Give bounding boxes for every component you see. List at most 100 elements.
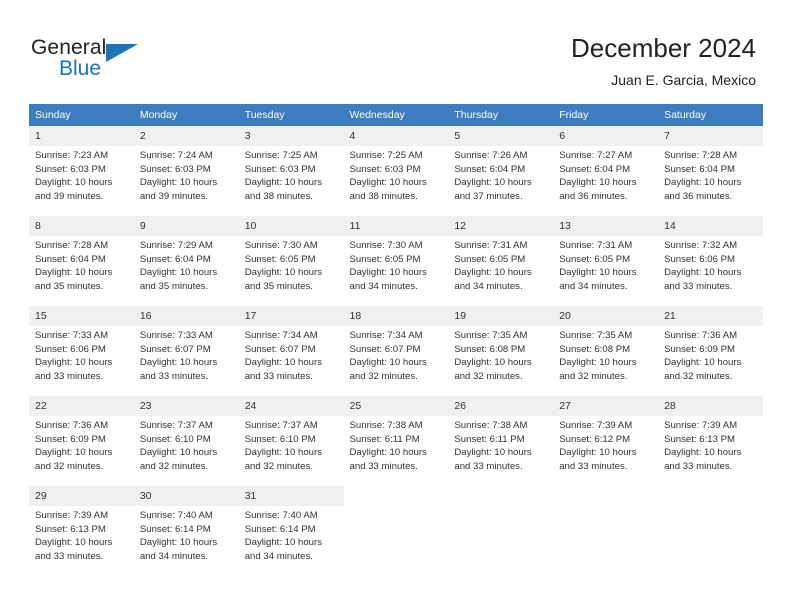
day-detail-sunrise: Sunrise: 7:32 AM xyxy=(664,240,738,251)
day-detail-daylight-line2: and 33 minutes. xyxy=(664,460,733,472)
day-detail-sunrise: Sunrise: 7:27 AM xyxy=(559,150,633,161)
calendar-day-cell[interactable]: 9 Sunrise: 7:29 AM Sunset: 6:04 PM Daylight… xyxy=(133,216,239,300)
day-detail-daylight-line2: and 34 minutes. xyxy=(454,280,523,292)
calendar-day-cell-inner: 1 Sunrise: 7:23 AM Sunset: 6:03 PM Daylight… xyxy=(29,126,134,210)
calendar-day-cell[interactable]: 22 Sunrise: 7:36 AM Sunset: 6:09 PM Dayligh… xyxy=(29,396,134,480)
calendar-day-cell[interactable] xyxy=(343,486,449,570)
calendar-day-cell[interactable]: 10 Sunrise: 7:30 AM Sunset: 6:05 PM Dayligh… xyxy=(238,216,344,300)
title-block: December 2024 Juan E. Garcia, Mexico xyxy=(571,32,756,90)
calendar-week-row: 22 Sunrise: 7:36 AM Sunset: 6:09 PM Dayligh… xyxy=(29,396,763,480)
calendar-day-cell-inner: 22 Sunrise: 7:36 AM Sunset: 6:09 PM Dayligh… xyxy=(29,396,134,480)
day-detail-sunset: Sunset: 6:05 PM xyxy=(454,253,526,265)
calendar-day-cell[interactable]: 24 Sunrise: 7:37 AM Sunset: 6:10 PM Dayligh… xyxy=(238,396,344,480)
calendar-day-cell[interactable]: 28 Sunrise: 7:39 AM Sunset: 6:13 PM Dayligh… xyxy=(658,396,763,480)
day-detail-sunrise: Sunrise: 7:35 AM xyxy=(559,330,633,341)
day-detail-sunset: Sunset: 6:04 PM xyxy=(35,253,106,265)
day-detail-sunrise: Sunrise: 7:25 AM xyxy=(244,150,318,161)
calendar-day-cell[interactable]: 23 Sunrise: 7:37 AM Sunset: 6:10 PM Dayligh… xyxy=(133,396,239,480)
weekday-header-saturday: Saturday xyxy=(658,104,763,126)
calendar-day-cell[interactable]: 11 Sunrise: 7:30 AM Sunset: 6:05 PM Dayligh… xyxy=(343,216,449,300)
calendar-day-cell[interactable]: 20 Sunrise: 7:35 AM Sunset: 6:08 PM Dayligh… xyxy=(553,306,659,390)
calendar-day-cell[interactable] xyxy=(448,486,554,570)
day-detail-sunset: Sunset: 6:12 PM xyxy=(559,433,631,445)
calendar-day-cell-inner: 20 Sunrise: 7:35 AM Sunset: 6:08 PM Dayligh… xyxy=(553,306,659,390)
day-number: 21 xyxy=(658,306,763,326)
calendar-day-cell[interactable]: 15 Sunrise: 7:33 AM Sunset: 6:06 PM Dayligh… xyxy=(29,306,134,390)
weekday-header-row: Sunday Monday Tuesday Wednesday Thursday… xyxy=(29,104,763,126)
calendar-day-cell-inner xyxy=(448,486,554,570)
day-number xyxy=(658,486,763,506)
day-detail-daylight-line2: and 33 minutes. xyxy=(139,370,209,382)
day-detail-daylight-line2: and 33 minutes. xyxy=(454,460,523,472)
day-detail-daylight-line1: Daylight: 10 hours xyxy=(664,177,742,189)
calendar-day-cell[interactable]: 3 Sunrise: 7:25 AM Sunset: 6:03 PM Daylight… xyxy=(238,126,344,210)
day-detail-sunrise: Sunrise: 7:24 AM xyxy=(139,150,213,161)
day-detail-sunrise: Sunrise: 7:39 AM xyxy=(559,420,633,431)
calendar-day-cell[interactable] xyxy=(553,486,659,570)
calendar-day-cell[interactable]: 16 Sunrise: 7:33 AM Sunset: 6:07 PM Dayligh… xyxy=(133,306,239,390)
calendar-day-cell[interactable]: 21 Sunrise: 7:36 AM Sunset: 6:09 PM Dayligh… xyxy=(658,306,763,390)
day-detail-sunset: Sunset: 6:05 PM xyxy=(244,253,316,265)
calendar-day-cell-inner: 30 Sunrise: 7:40 AM Sunset: 6:14 PM Dayligh… xyxy=(133,486,239,570)
calendar-day-cell[interactable]: 18 Sunrise: 7:34 AM Sunset: 6:07 PM Dayligh… xyxy=(343,306,449,390)
day-details: Sunrise: 7:30 AM Sunset: 6:05 PM Daylight:… xyxy=(344,236,449,293)
day-detail-daylight-line1: Daylight: 10 hours xyxy=(664,267,742,279)
day-number: 6 xyxy=(553,126,659,146)
calendar-day-cell[interactable]: 30 Sunrise: 7:40 AM Sunset: 6:14 PM Dayligh… xyxy=(133,486,239,570)
day-detail-sunrise: Sunrise: 7:29 AM xyxy=(139,240,213,251)
day-detail-daylight-line1: Daylight: 10 hours xyxy=(35,267,113,279)
calendar-day-cell[interactable]: 7 Sunrise: 7:28 AM Sunset: 6:04 PM Daylight… xyxy=(658,126,763,210)
calendar-day-cell[interactable]: 26 Sunrise: 7:38 AM Sunset: 6:11 PM Dayligh… xyxy=(448,396,554,480)
calendar-day-cell[interactable]: 2 Sunrise: 7:24 AM Sunset: 6:03 PM Daylight… xyxy=(133,126,239,210)
day-details: Sunrise: 7:36 AM Sunset: 6:09 PM Daylight:… xyxy=(29,416,134,473)
calendar-day-cell[interactable]: 6 Sunrise: 7:27 AM Sunset: 6:04 PM Daylight… xyxy=(553,126,659,210)
calendar-day-cell[interactable]: 14 Sunrise: 7:32 AM Sunset: 6:06 PM Dayligh… xyxy=(658,216,763,300)
general-blue-logo[interactable]: General Blue xyxy=(31,36,171,86)
day-detail-daylight-line2: and 39 minutes. xyxy=(35,190,104,202)
calendar-day-cell-inner: 7 Sunrise: 7:28 AM Sunset: 6:04 PM Daylight… xyxy=(658,126,763,210)
day-detail-daylight-line1: Daylight: 10 hours xyxy=(454,447,532,459)
calendar-day-cell[interactable]: 25 Sunrise: 7:38 AM Sunset: 6:11 PM Dayligh… xyxy=(343,396,449,480)
day-number: 22 xyxy=(29,396,134,416)
day-details xyxy=(448,506,553,509)
day-detail-daylight-line2: and 34 minutes. xyxy=(559,280,628,292)
day-detail-sunrise: Sunrise: 7:38 AM xyxy=(454,420,528,431)
calendar-body: 1 Sunrise: 7:23 AM Sunset: 6:03 PM Daylight… xyxy=(29,126,763,570)
day-detail-daylight-line2: and 35 minutes. xyxy=(139,280,209,292)
calendar-day-cell[interactable]: 31 Sunrise: 7:40 AM Sunset: 6:14 PM Dayligh… xyxy=(238,486,344,570)
day-details: Sunrise: 7:29 AM Sunset: 6:04 PM Daylight:… xyxy=(134,236,239,293)
calendar-day-cell-inner: 19 Sunrise: 7:35 AM Sunset: 6:08 PM Dayligh… xyxy=(448,306,554,390)
calendar-day-cell-inner: 11 Sunrise: 7:30 AM Sunset: 6:05 PM Dayligh… xyxy=(343,216,449,300)
day-detail-sunset: Sunset: 6:09 PM xyxy=(664,343,735,355)
day-detail-daylight-line1: Daylight: 10 hours xyxy=(559,177,637,189)
calendar-day-cell-inner: 18 Sunrise: 7:34 AM Sunset: 6:07 PM Dayligh… xyxy=(343,306,449,390)
day-number xyxy=(448,486,554,506)
day-detail-daylight-line1: Daylight: 10 hours xyxy=(139,177,218,189)
day-detail-sunset: Sunset: 6:07 PM xyxy=(349,343,421,355)
calendar-day-cell[interactable]: 4 Sunrise: 7:25 AM Sunset: 6:03 PM Daylight… xyxy=(343,126,449,210)
day-detail-daylight-line2: and 33 minutes. xyxy=(35,550,104,562)
day-detail-daylight-line2: and 38 minutes. xyxy=(349,190,418,202)
day-detail-sunrise: Sunrise: 7:37 AM xyxy=(244,420,318,431)
weekday-header-wednesday: Wednesday xyxy=(343,104,449,126)
day-detail-daylight-line2: and 34 minutes. xyxy=(349,280,418,292)
day-detail-sunset: Sunset: 6:07 PM xyxy=(244,343,316,355)
logo-text-blue: Blue xyxy=(59,57,102,80)
calendar-day-cell[interactable] xyxy=(658,486,763,570)
day-detail-sunset: Sunset: 6:06 PM xyxy=(35,343,106,355)
calendar-day-cell[interactable]: 5 Sunrise: 7:26 AM Sunset: 6:04 PM Daylight… xyxy=(448,126,554,210)
calendar-day-cell[interactable]: 29 Sunrise: 7:39 AM Sunset: 6:13 PM Dayligh… xyxy=(29,486,134,570)
calendar-day-cell[interactable]: 17 Sunrise: 7:34 AM Sunset: 6:07 PM Dayligh… xyxy=(238,306,344,390)
calendar-day-cell[interactable]: 27 Sunrise: 7:39 AM Sunset: 6:12 PM Dayligh… xyxy=(553,396,659,480)
calendar-week-row: 1 Sunrise: 7:23 AM Sunset: 6:03 PM Daylight… xyxy=(29,126,763,210)
day-detail-daylight-line2: and 38 minutes. xyxy=(244,190,313,202)
calendar-day-cell[interactable]: 13 Sunrise: 7:31 AM Sunset: 6:05 PM Dayligh… xyxy=(553,216,659,300)
calendar-day-cell[interactable]: 1 Sunrise: 7:23 AM Sunset: 6:03 PM Daylight… xyxy=(29,126,134,210)
day-detail-daylight-line1: Daylight: 10 hours xyxy=(139,357,218,369)
weekday-header-sunday: Sunday xyxy=(29,104,134,126)
day-details: Sunrise: 7:34 AM Sunset: 6:07 PM Daylight:… xyxy=(344,326,449,383)
calendar-day-cell[interactable]: 12 Sunrise: 7:31 AM Sunset: 6:05 PM Dayligh… xyxy=(448,216,554,300)
calendar-day-cell[interactable]: 8 Sunrise: 7:28 AM Sunset: 6:04 PM Daylight… xyxy=(29,216,134,300)
calendar-day-cell[interactable]: 19 Sunrise: 7:35 AM Sunset: 6:08 PM Dayligh… xyxy=(448,306,554,390)
day-number: 2 xyxy=(133,126,239,146)
